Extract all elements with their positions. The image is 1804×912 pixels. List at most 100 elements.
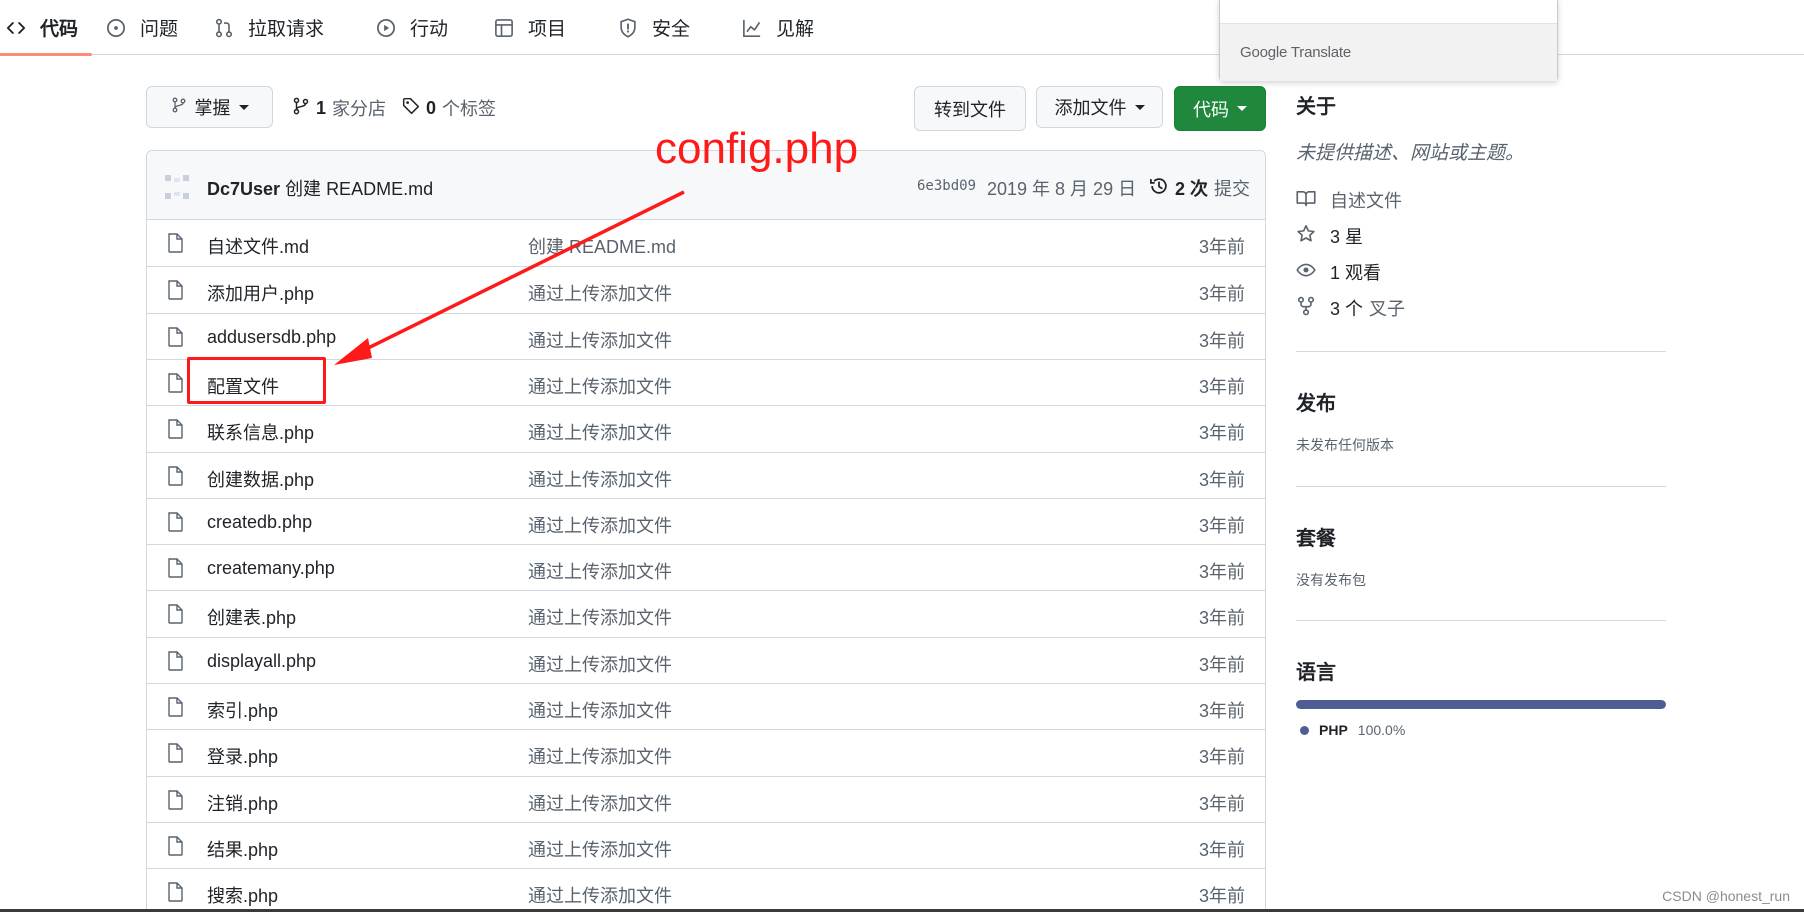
file-commit-message[interactable]: 通过上传添加文件 (528, 373, 672, 399)
divider (1296, 620, 1666, 621)
file-icon (167, 604, 183, 625)
file-age: 3年前 (1198, 886, 1245, 907)
file-name-link[interactable]: createmany.php (207, 558, 335, 579)
file-name-link[interactable]: 注销.php (207, 790, 278, 816)
go-to-file-button[interactable]: 转到文件 (914, 86, 1026, 131)
branches-link[interactable]: 1 家分店 (292, 95, 386, 121)
file-name-link[interactable]: 结果.php (207, 836, 278, 862)
file-commit-message[interactable]: 通过上传添加文件 (528, 882, 672, 908)
google-translate-popup[interactable]: Google Translate (1219, 0, 1558, 81)
commit-sha[interactable]: 6e3bd09 (917, 178, 976, 194)
file-commit-message[interactable]: 通过上传添加文件 (528, 419, 672, 445)
code-icon (6, 18, 26, 38)
packages-title[interactable]: 套餐 (1296, 522, 1336, 551)
file-commit-message[interactable]: 通过上传添加文件 (528, 836, 672, 862)
tags-count: 0 (426, 97, 437, 118)
issue-icon (106, 18, 126, 38)
file-commit-message[interactable]: 通过上传添加文件 (528, 558, 672, 584)
stars-label: 3 星 (1330, 227, 1364, 247)
file-commit-message[interactable]: 通过上传添加文件 (528, 651, 672, 677)
commit-count: 2 次 (1175, 179, 1209, 199)
branch-name: 掌握 (194, 98, 231, 118)
pull-request-icon (214, 18, 234, 38)
table-row[interactable]: createdb.php 通过上传添加文件 3年前 (147, 497, 1265, 544)
file-commit-message[interactable]: 创建 README.md (528, 233, 676, 259)
file-age: 3年前 (1198, 376, 1245, 397)
file-commit-message[interactable]: 通过上传添加文件 (528, 743, 672, 769)
releases-title[interactable]: 发布 (1296, 387, 1336, 416)
file-age: 3年前 (1198, 423, 1245, 444)
commits-history-link[interactable]: 2 次 提交 (1149, 175, 1250, 201)
file-name-link[interactable]: displayall.php (207, 651, 316, 672)
table-icon (494, 18, 514, 38)
tab-actions[interactable]: 行动 (376, 0, 448, 55)
tab-projects[interactable]: 项目 (494, 0, 566, 55)
forks-count: 3 个 (1330, 299, 1364, 319)
chevron-down-icon (238, 104, 249, 110)
language-item-php[interactable]: PHP 100.0% (1300, 722, 1405, 738)
file-age: 3年前 (1198, 515, 1245, 536)
file-name-link[interactable]: 创建表.php (207, 604, 296, 630)
file-name-link[interactable]: 联系信息.php (207, 419, 314, 445)
file-name-link[interactable]: createdb.php (207, 512, 312, 533)
divider (1296, 351, 1666, 352)
commit-author[interactable]: Dc7User (207, 179, 280, 199)
watchers-link[interactable]: 1 观看 (1296, 259, 1381, 285)
table-row[interactable]: 结果.php 通过上传添加文件 3年前 (147, 821, 1265, 868)
translate-popup-footer: Google Translate (1220, 24, 1557, 81)
file-icon (167, 882, 183, 902)
file-commit-message[interactable]: 通过上传添加文件 (528, 327, 672, 353)
file-list: Dc7User 创建 README.md 6e3bd09 2019 年 8 月 … (146, 150, 1266, 912)
file-name-link[interactable]: 索引.php (207, 697, 278, 723)
table-row[interactable]: 创建表.php 通过上传添加文件 3年前 (147, 590, 1265, 636)
forks-link[interactable]: 3 个 叉子 (1296, 295, 1405, 321)
file-commit-message[interactable]: 通过上传添加文件 (528, 790, 672, 816)
table-row[interactable]: 自述文件.md 创建 README.md 3年前 (147, 220, 1265, 266)
file-icon (167, 558, 183, 578)
actions-play-icon (376, 18, 396, 38)
stars-link[interactable]: 3 星 (1296, 223, 1363, 249)
branches-count: 1 (316, 97, 327, 118)
table-row[interactable]: displayall.php 通过上传添加文件 3年前 (147, 636, 1265, 683)
file-name-link[interactable]: 添加用户.php (207, 280, 314, 306)
table-row[interactable]: 联系信息.php 通过上传添加文件 3年前 (147, 405, 1265, 451)
table-row[interactable]: 创建数据.php 通过上传添加文件 3年前 (147, 451, 1265, 498)
tab-security[interactable]: 安全 (618, 0, 690, 55)
table-row[interactable]: addusersdb.php 通过上传添加文件 3年前 (147, 312, 1265, 359)
tab-pull-requests[interactable]: 拉取请求 (214, 0, 324, 55)
file-age: 3年前 (1198, 284, 1245, 305)
branch-select-button[interactable]: 掌握 (146, 86, 273, 128)
readme-link[interactable]: 自述文件 (1296, 187, 1402, 213)
forks-label: 叉子 (1369, 299, 1406, 319)
tab-code[interactable]: 代码 (0, 0, 93, 56)
table-row[interactable]: createmany.php 通过上传添加文件 3年前 (147, 544, 1265, 590)
avatar[interactable] (163, 173, 191, 201)
table-row[interactable]: 搜索.php 通过上传添加文件 3年前 (147, 868, 1265, 912)
file-name-link[interactable]: addusersdb.php (207, 327, 336, 348)
file-commit-message[interactable]: 通过上传添加文件 (528, 604, 672, 630)
file-commit-message[interactable]: 通过上传添加文件 (528, 280, 672, 306)
file-name-link[interactable]: 登录.php (207, 743, 278, 769)
table-row[interactable]: 登录.php 通过上传添加文件 3年前 (147, 729, 1265, 775)
graph-icon (742, 18, 762, 38)
file-name-link[interactable]: 创建数据.php (207, 466, 314, 492)
tags-link[interactable]: 0 个标签 (402, 95, 496, 121)
table-row[interactable]: 添加用户.php 通过上传添加文件 3年前 (147, 266, 1265, 312)
add-file-button[interactable]: 添加文件 (1036, 86, 1163, 128)
commit-message[interactable]: 创建 README.md (285, 179, 433, 199)
branches-label: 家分店 (332, 99, 387, 119)
file-name-link[interactable]: 搜索.php (207, 882, 278, 908)
tags-label: 个标签 (442, 99, 497, 119)
file-commit-message[interactable]: 通过上传添加文件 (528, 697, 672, 723)
code-button[interactable]: 代码 (1174, 86, 1266, 131)
tab-issues[interactable]: 问题 (106, 0, 178, 55)
tab-insights[interactable]: 见解 (742, 0, 814, 55)
file-name-link[interactable]: 自述文件.md (207, 233, 309, 259)
file-icon (167, 373, 183, 393)
language-color-dot (1300, 725, 1309, 735)
table-row[interactable]: 索引.php 通过上传添加文件 3年前 (147, 683, 1265, 729)
tab-label: 见解 (776, 19, 815, 40)
table-row[interactable]: 注销.php 通过上传添加文件 3年前 (147, 775, 1265, 822)
file-commit-message[interactable]: 通过上传添加文件 (528, 512, 672, 538)
file-commit-message[interactable]: 通过上传添加文件 (528, 466, 672, 492)
